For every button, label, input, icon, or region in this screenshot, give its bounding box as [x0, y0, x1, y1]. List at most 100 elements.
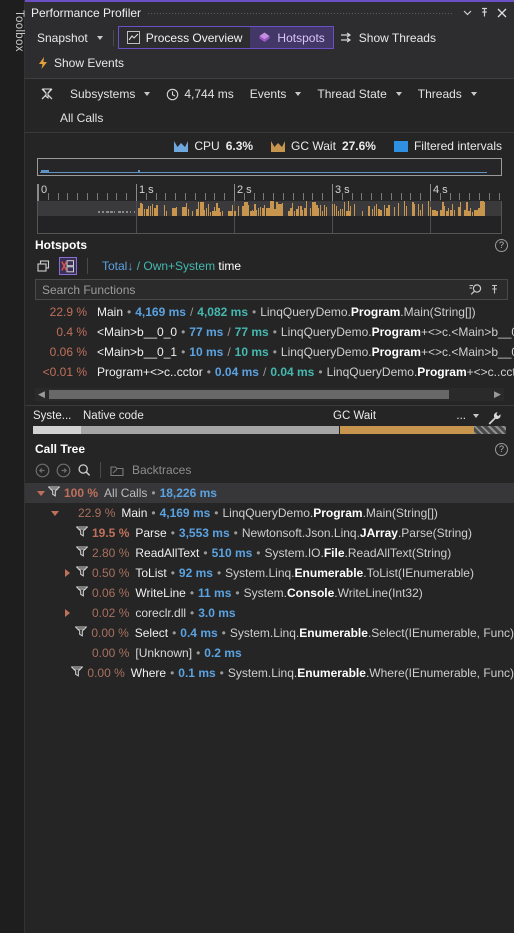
threads-label: Threads	[417, 87, 462, 101]
timeline-plot[interactable]	[37, 201, 502, 234]
help-icon[interactable]: ?	[495, 442, 508, 456]
toolbar-row-1: Snapshot Process Overview Hotspots Show …	[31, 25, 514, 50]
filter-toggle[interactable]	[33, 87, 61, 101]
calltree-row-percent: 0.00 %	[92, 646, 130, 660]
refresh-icon[interactable]	[35, 257, 53, 275]
calltree-row-percent: 0.00 %	[87, 666, 125, 680]
funnel-icon	[75, 526, 90, 540]
legend-filtered-intervals: Filtered intervals	[393, 139, 502, 153]
hotspots-row-signature: LinqQueryDemo.Program+<>c.<Main>b__0_1	[280, 345, 514, 359]
hotspots-row[interactable]: <0.01 % Program+<>c..cctor • 0.04 ms/0.04 m…	[25, 362, 514, 382]
summary-segment-system[interactable]	[33, 426, 82, 434]
scroll-left-icon[interactable]: ◀	[35, 389, 48, 400]
calltree-row-time: 92 ms	[178, 566, 213, 580]
summary-segment-gc-wait[interactable]	[339, 426, 474, 434]
search-input[interactable]: Search Functions	[42, 283, 467, 297]
hotspots-row-percent: <0.01 %	[42, 365, 87, 379]
calltree-row[interactable]: 0.00 % Select • 0.4 ms • System.Linq.Enumerab…	[25, 623, 514, 643]
hotspots-row[interactable]: 0.06 % <Main>b__0_1 • 10 ms/10 ms • LinqQuery…	[25, 342, 514, 362]
scroll-right-icon[interactable]: ▶	[491, 389, 504, 400]
hotspots-toolbar-divider	[87, 258, 88, 274]
forward-icon[interactable]	[54, 461, 72, 479]
help-icon[interactable]: ?	[495, 238, 508, 252]
calltree-row[interactable]: 19.5 % Parse • 3,553 ms • Newtonsoft.Json.Lin…	[25, 523, 514, 543]
search-icon[interactable]	[467, 281, 485, 299]
calltree-list[interactable]: 100 % All Calls • 18,226 ms 22.9 % Main • 4,169…	[25, 482, 514, 683]
calltree-row-name: Select	[134, 626, 169, 640]
hotspots-row-own: 77 ms	[234, 325, 269, 339]
show-threads-button[interactable]: Show Threads	[334, 27, 442, 48]
snapshot-button[interactable]: Snapshot	[31, 27, 109, 48]
toolbox-label[interactable]: Toolbox	[0, 6, 25, 56]
scroll-thumb[interactable]	[49, 390, 449, 399]
chevron-down-icon[interactable]	[473, 414, 479, 418]
expander-collapse-icon[interactable]	[51, 510, 62, 516]
calltree-row[interactable]: 0.02 % coreclr.dll • 3.0 ms	[25, 603, 514, 623]
timeline[interactable]: 0 1 s 2 s 3 s 4 s	[37, 184, 502, 234]
search-icon[interactable]	[75, 461, 93, 479]
summary-stacked-bar[interactable]	[33, 426, 506, 434]
filter-bar: Subsystems 4,744 ms Events Thread State	[25, 79, 514, 133]
hotspots-row[interactable]: 22.9 % Main • 4,169 ms/4,082 ms • LinqQueryDe…	[25, 302, 514, 322]
hotspots-row-name: Main	[97, 305, 124, 319]
calltree-row[interactable]: 2.80 % ReadAllText • 510 ms • System.IO.File.…	[25, 543, 514, 563]
calltree-header: Call Tree ?	[25, 438, 514, 459]
legend-gcwait-label: GC Wait	[291, 139, 336, 153]
toolbox-strip[interactable]: Toolbox	[0, 0, 25, 933]
filter-subsystems[interactable]: Subsystems	[63, 87, 157, 101]
filter-threads[interactable]: Threads	[411, 87, 484, 101]
hotspots-row-name: Program+<>c..cctor	[97, 365, 203, 379]
summary-segment-native-code[interactable]	[81, 426, 340, 434]
backtraces-label[interactable]: Backtraces	[132, 463, 191, 477]
sort-own-label: / Own+System	[136, 259, 216, 273]
show-events-button[interactable]: Show Events	[31, 52, 130, 73]
sort-mode-label[interactable]: Total↓ / Own+System time	[102, 259, 241, 273]
chart-icon	[126, 31, 140, 44]
expander-collapse-icon[interactable]	[37, 490, 48, 496]
close-icon[interactable]	[493, 4, 510, 21]
calltree-row[interactable]: 0.06 % WriteLine • 11 ms • System.Console.Wri…	[25, 583, 514, 603]
hotspots-row-name: <Main>b__0_1	[97, 345, 178, 359]
funnel-cross-icon	[41, 88, 53, 100]
calltree-row[interactable]: 0.00 % Where • 0.1 ms • System.Linq.Enumerabl…	[25, 663, 514, 683]
hotspots-list[interactable]: 22.9 % Main • 4,169 ms/4,082 ms • LinqQueryDe…	[25, 302, 514, 382]
overview-range-selector[interactable]	[37, 158, 502, 176]
show-threads-label: Show Threads	[358, 30, 436, 45]
filter-events[interactable]: Events	[243, 87, 309, 101]
hotspots-horizontal-scrollbar[interactable]: ◀ ▶	[35, 388, 504, 401]
chevron-down-icon	[470, 92, 477, 96]
funnel-icon	[75, 546, 90, 560]
calltree-row[interactable]: 100 % All Calls • 18,226 ms	[25, 483, 514, 503]
search-functions-box[interactable]: Search Functions	[35, 279, 508, 300]
tab-hotspots[interactable]: Hotspots	[250, 27, 333, 48]
expander-expand-icon[interactable]	[65, 609, 76, 617]
calltree-row-name: Parse	[135, 526, 167, 540]
clock-icon	[167, 88, 179, 100]
backtraces-icon[interactable]	[108, 461, 126, 479]
back-icon[interactable]	[33, 461, 51, 479]
calltree-row[interactable]: 0.50 % ToList • 92 ms • System.Linq.Enumerabl…	[25, 563, 514, 583]
calltree-row-percent: 100 %	[64, 486, 99, 500]
calltree-row-percent: 0.02 %	[92, 606, 130, 620]
hotspots-row-name: <Main>b__0_0	[97, 325, 178, 339]
calltree-row-percent: 19.5 %	[92, 526, 130, 540]
scroll-track[interactable]	[48, 390, 491, 399]
filter-row-1: Subsystems 4,744 ms Events Thread State	[25, 82, 514, 106]
expander-expand-icon[interactable]	[65, 569, 76, 577]
pin-icon[interactable]	[476, 4, 493, 21]
filter-thread-state[interactable]: Thread State	[310, 87, 408, 101]
summary-more-label[interactable]: ...	[456, 410, 466, 422]
lightning-icon	[39, 56, 47, 69]
summary-segment-other[interactable]	[473, 426, 506, 434]
tab-process-overview[interactable]: Process Overview	[119, 27, 251, 48]
filter-all-calls[interactable]: All Calls	[33, 111, 110, 125]
calltree-row[interactable]: 0.00 % [Unknown] • 0.2 ms	[25, 643, 514, 663]
hotspots-row[interactable]: 0.4 % <Main>b__0_0 • 77 ms/77 ms • LinqQueryD…	[25, 322, 514, 342]
chevron-down-icon[interactable]	[459, 4, 476, 21]
calltree-title: Call Tree	[35, 442, 86, 456]
calltree-row[interactable]: 22.9 % Main • 4,169 ms • LinqQueryDemo.Progra…	[25, 503, 514, 523]
chevron-down-icon	[395, 92, 402, 96]
pin-icon[interactable]	[485, 281, 503, 299]
hotspots-toolbar: Total↓ / Own+System time	[25, 255, 514, 278]
merge-functions-icon[interactable]	[59, 257, 77, 275]
